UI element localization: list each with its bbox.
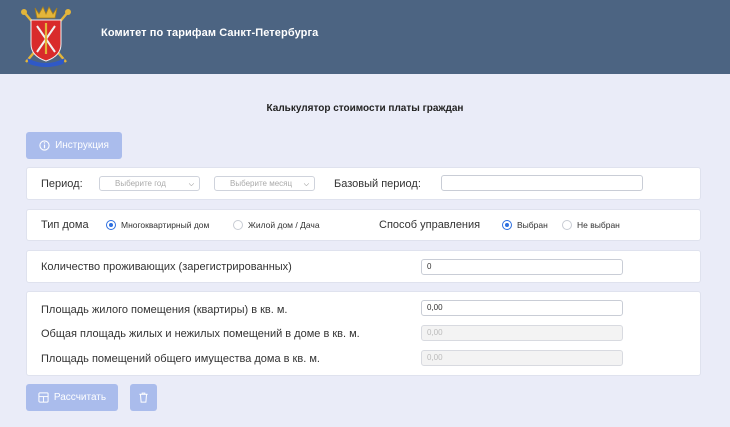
page-title: Калькулятор стоимости платы граждан (266, 103, 464, 114)
living-area-label: Площадь жилого помещения (квартиры) в кв… (41, 304, 288, 316)
total-area-label: Общая площадь жилых и нежилых помещений … (41, 328, 360, 340)
radio-dot (106, 220, 116, 230)
trash-icon (139, 392, 148, 403)
base-period-label: Базовый период: (334, 178, 421, 190)
residents-card: Количество проживающих (зарегистрированн… (26, 250, 701, 283)
living-area-input[interactable]: 0,00 (421, 300, 623, 316)
total-area-input: 0,00 (421, 325, 623, 341)
radio-mgmt-not-selected-label: Не выбран (577, 220, 620, 230)
radio-mgmt-not-selected[interactable]: Не выбран (562, 220, 620, 230)
radio-mgmt-selected-label: Выбран (517, 220, 548, 230)
clear-button[interactable] (130, 384, 157, 411)
info-icon (39, 140, 50, 151)
instruction-button[interactable]: Инструкция (26, 132, 122, 159)
radio-dot (502, 220, 512, 230)
site-header: Комитет по тарифам Санкт-Петербурга (0, 0, 730, 74)
residents-label: Количество проживающих (зарегистрированн… (41, 261, 292, 273)
calculator-icon (38, 392, 49, 403)
radio-dot (233, 220, 243, 230)
radio-apartment-building[interactable]: Многоквартирный дом (106, 220, 209, 230)
base-period-input[interactable] (441, 175, 643, 191)
calculate-button-label: Рассчитать (53, 392, 107, 403)
residents-input[interactable]: 0 (421, 259, 623, 275)
radio-private-house-label: Жилой дом / Дача (248, 220, 320, 230)
house-type-label: Тип дома (41, 219, 89, 231)
chevron-down-icon: ⌵ (303, 181, 309, 188)
coat-of-arms-icon (21, 6, 71, 67)
month-select[interactable]: Выберите месяц ⌵ (214, 176, 315, 191)
instruction-button-label: Инструкция (55, 140, 109, 151)
radio-dot (562, 220, 572, 230)
org-title: Комитет по тарифам Санкт-Петербурга (101, 27, 319, 39)
calculate-button[interactable]: Рассчитать (26, 384, 118, 411)
chevron-down-icon: ⌵ (188, 181, 194, 188)
common-area-label: Площадь помещений общего имущества дома … (41, 353, 320, 365)
area-card: Площадь жилого помещения (квартиры) в кв… (26, 291, 701, 376)
common-area-input: 0,00 (421, 350, 623, 366)
year-select-placeholder: Выберите год (115, 179, 166, 188)
house-type-card: Тип дома Многоквартирный дом Жилой дом /… (26, 209, 701, 241)
month-select-placeholder: Выберите месяц (230, 179, 293, 188)
radio-apartment-building-label: Многоквартирный дом (121, 220, 210, 230)
management-label: Способ управления (379, 219, 481, 231)
period-label: Период: (41, 178, 83, 190)
radio-mgmt-selected[interactable]: Выбран (502, 220, 548, 230)
period-card: Период: Выберите год ⌵ Выберите месяц ⌵ … (26, 167, 701, 200)
year-select[interactable]: Выберите год ⌵ (99, 176, 200, 191)
radio-private-house[interactable]: Жилой дом / Дача (233, 220, 320, 230)
